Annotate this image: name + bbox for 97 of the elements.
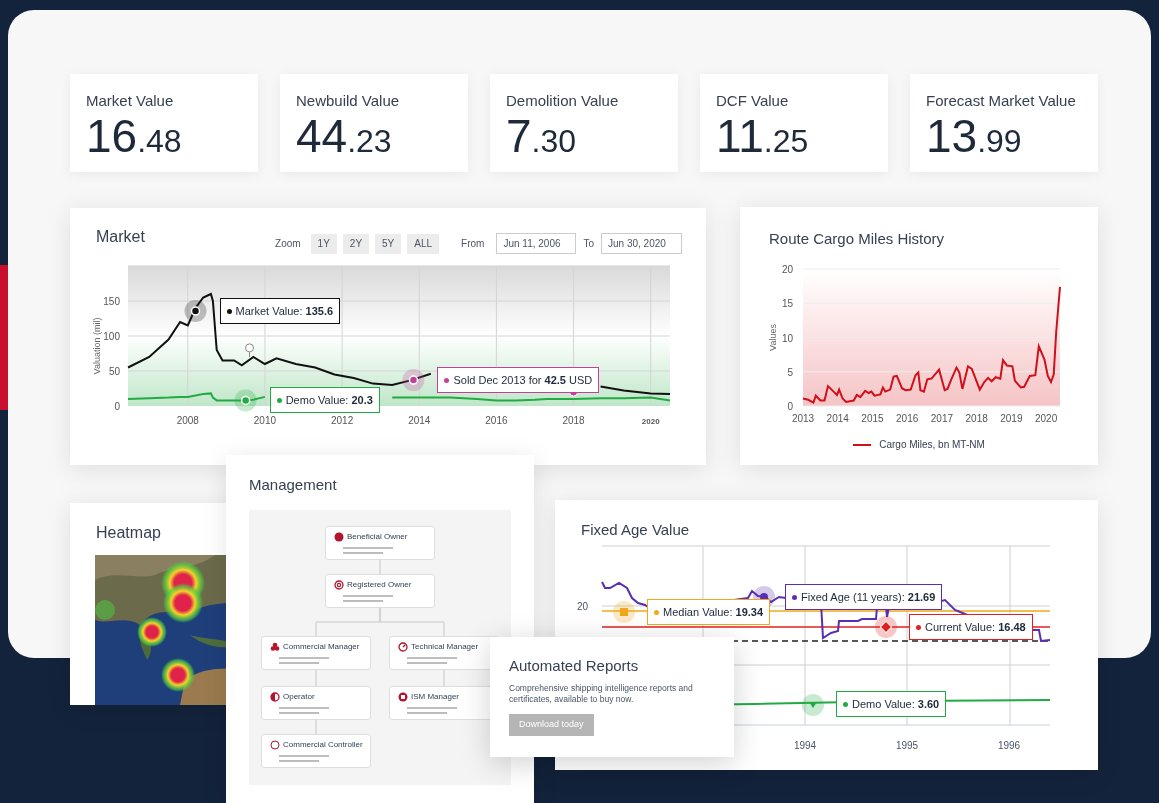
- axis-tick-label: 1994: [793, 739, 817, 753]
- axis-tick-label: 2016: [485, 415, 508, 426]
- axis-tick-label: 1995: [895, 739, 919, 753]
- axis-tick-label: 2014: [408, 415, 431, 426]
- date-field[interactable]: Jun 11, 2006: [496, 233, 577, 254]
- axis-tick-label: 100: [103, 331, 120, 342]
- chart-tooltip: Demo Value: 3.60: [836, 691, 947, 717]
- kpi-value: 7.30: [506, 112, 578, 164]
- axis-tick-label: 50: [108, 366, 120, 377]
- axis-tick-label: 2008: [176, 415, 199, 426]
- axis-tick-label: 20: [781, 264, 793, 275]
- axis-tick-label: 2019: [1000, 413, 1023, 424]
- kpi-label: Market Value: [86, 91, 175, 111]
- card-description: Comprehensive shipping intelligence reports and certificates, available to buy now.: [509, 682, 694, 705]
- axis-tick-label: 2014: [826, 413, 849, 424]
- circle-outline-icon: [270, 740, 280, 750]
- chart-tooltip: Current Value: 16.48: [909, 614, 1033, 640]
- node-label: Technical Manager: [411, 641, 479, 653]
- axis-tick-label: 2020: [1035, 413, 1058, 424]
- data-point-marker: [875, 616, 897, 638]
- text-placeholder-line: [279, 712, 319, 714]
- cluster-icon: [270, 642, 280, 652]
- card-title: Heatmap: [96, 524, 161, 541]
- text-placeholder-line: [343, 600, 383, 602]
- axis-tick-label: 2017: [930, 413, 954, 424]
- axis-tick-label: 5: [787, 366, 793, 378]
- axis-tick-label: 20: [577, 600, 589, 614]
- kpi-value: 11.25: [716, 112, 810, 164]
- kpi-label: Demolition Value: [506, 91, 620, 111]
- axis-tick-label: 2016: [896, 413, 919, 424]
- chart-tooltip: Sold Dec 2013 for 42.5 USD: [437, 367, 600, 394]
- text-placeholder-line: [279, 755, 329, 757]
- text-placeholder-line: [279, 707, 329, 709]
- axis-tick-label: 10: [781, 332, 793, 344]
- field-label: To: [583, 237, 594, 251]
- text-placeholder-line: [279, 657, 329, 659]
- data-point-marker: [802, 694, 824, 716]
- node-label: ISM Manager: [411, 691, 460, 703]
- axis-tick-label: 2015: [861, 413, 884, 424]
- ring-icon: [334, 580, 344, 590]
- half-circle-icon: [270, 692, 280, 702]
- zoom-label: Zoom: [275, 237, 301, 251]
- axis-tick-label: 2018: [965, 413, 988, 424]
- node-label: Registered Owner: [347, 579, 412, 591]
- text-placeholder-line: [279, 662, 319, 664]
- zoom-button[interactable]: 2Y: [342, 233, 370, 254]
- kpi-value: 44.23: [296, 112, 393, 164]
- text-placeholder-line: [343, 552, 383, 554]
- axis-tick-label: 1996: [997, 739, 1021, 753]
- legend-label: Cargo Miles, bn MT-NM: [879, 438, 985, 452]
- filled-circle-icon: [334, 532, 344, 542]
- axis-tick-label: 2013: [791, 413, 815, 424]
- connector-line: [379, 607, 445, 637]
- zoom-button[interactable]: 5Y: [375, 233, 402, 254]
- axis-tick-label: 0: [787, 401, 793, 412]
- chart-tooltip: Demo Value: 20.3: [269, 387, 380, 414]
- text-placeholder-line: [343, 547, 393, 549]
- kpi-label: Newbuild Value: [296, 91, 401, 111]
- axis-tick-label: 150: [103, 296, 120, 307]
- kpi-value: 16.48: [86, 112, 183, 164]
- zoom-button[interactable]: 1Y: [310, 233, 337, 254]
- data-point-marker: [613, 601, 635, 623]
- node-label: Commercial Manager: [283, 641, 360, 653]
- axis-title: Values: [768, 324, 778, 351]
- axis-tick-label: 2012: [330, 415, 354, 426]
- zoom-button[interactable]: ALL: [407, 233, 440, 254]
- gauge-icon: [398, 642, 408, 652]
- text-placeholder-line: [407, 657, 457, 659]
- axis-tick-label: 2018: [562, 415, 585, 426]
- axis-tick-label: 2010: [253, 415, 277, 426]
- field-label: From: [461, 237, 485, 251]
- legend-line-icon: [853, 443, 872, 446]
- node-label: Operator: [283, 691, 315, 703]
- card-title: Automated Reports: [509, 656, 639, 676]
- text-placeholder-line: [279, 760, 319, 762]
- card-title: Route Cargo Miles History: [769, 230, 945, 247]
- node-label: Commercial Controller: [283, 739, 363, 751]
- axis-tick-label: 15: [781, 298, 793, 310]
- kpi-label: DCF Value: [716, 91, 790, 111]
- axis-tick-label: 0: [114, 401, 120, 412]
- text-placeholder-line: [407, 662, 447, 664]
- node-label: Beneficial Owner: [347, 531, 408, 543]
- card-title: Market: [96, 227, 145, 247]
- chart-tooltip: Median Value: 19.34: [647, 599, 771, 625]
- square-circle-icon: [398, 692, 408, 702]
- card-title: Management: [249, 476, 337, 493]
- chart-tooltip: Fixed Age (11 years): 21.69: [785, 584, 943, 610]
- text-placeholder-line: [407, 707, 457, 709]
- kpi-label: Forecast Market Value: [926, 91, 1077, 111]
- text-placeholder-line: [407, 712, 447, 714]
- text-placeholder-line: [343, 595, 393, 597]
- kpi-value: 13.99: [926, 112, 1023, 164]
- axis-tick-label: 2020: [641, 417, 660, 426]
- chart-tooltip: Market Value: 135.6: [219, 298, 341, 325]
- card-title: Fixed Age Value: [581, 521, 690, 538]
- axis-title: Valuation (mil): [92, 317, 102, 375]
- date-field[interactable]: Jun 30, 2020: [601, 233, 682, 254]
